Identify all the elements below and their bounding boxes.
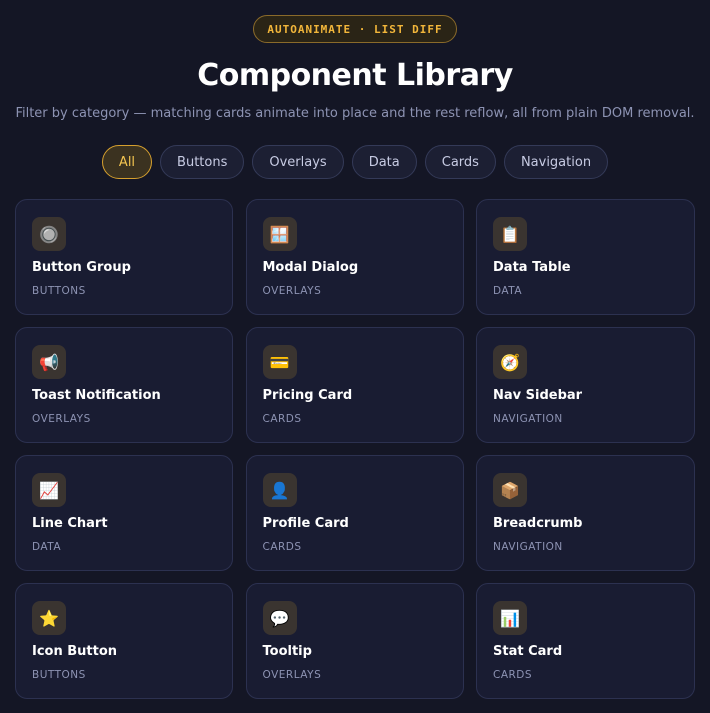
- component-card[interactable]: 📢 Toast Notification OVERLAYS: [15, 327, 233, 443]
- filter-chip-all[interactable]: All: [101, 145, 153, 179]
- window-icon: 🪟: [262, 217, 297, 251]
- component-card[interactable]: 💬 Tooltip OVERLAYS: [245, 583, 464, 699]
- card-category: OVERLAYS: [262, 285, 322, 297]
- card-category: CARDS: [493, 669, 533, 681]
- component-card[interactable]: 📦 Breadcrumb NAVIGATION: [476, 455, 695, 571]
- card-title: Pricing Card: [262, 388, 353, 403]
- filter-chip-cards[interactable]: Cards: [424, 145, 496, 179]
- radio-button-icon: 🔘: [32, 217, 66, 251]
- component-card[interactable]: 🧭 Nav Sidebar NAVIGATION: [476, 327, 695, 443]
- card-title: Profile Card: [262, 516, 349, 531]
- card-category: OVERLAYS: [32, 413, 91, 425]
- card-title: Toast Notification: [32, 388, 161, 403]
- filter-chip-buttons[interactable]: Buttons: [160, 145, 245, 179]
- compass-icon: 🧭: [493, 345, 527, 379]
- badge-wrapper: AUTOANIMATE · LIST DIFF: [0, 15, 710, 43]
- megaphone-icon: 📢: [32, 345, 66, 379]
- card-category: BUTTONS: [32, 669, 86, 681]
- bar-chart-icon: 📊: [493, 601, 527, 635]
- header-badge: AUTOANIMATE · LIST DIFF: [253, 15, 457, 43]
- card-title: Icon Button: [32, 644, 118, 659]
- component-card[interactable]: 💳 Pricing Card CARDS: [245, 327, 464, 443]
- card-category: DATA: [32, 541, 62, 553]
- card-category: BUTTONS: [32, 285, 86, 297]
- component-card[interactable]: 🔘 Button Group BUTTONS: [15, 199, 233, 315]
- card-category: NAVIGATION: [493, 541, 563, 553]
- component-grid: 🔘 Button Group BUTTONS 🪟 Modal Dialog OV…: [15, 199, 695, 699]
- card-title: Line Chart: [32, 516, 108, 531]
- page-subtitle: Filter by category — matching cards anim…: [15, 106, 695, 121]
- card-category: OVERLAYS: [262, 669, 322, 681]
- card-category: CARDS: [262, 413, 302, 425]
- component-card[interactable]: 📈 Line Chart DATA: [15, 455, 233, 571]
- card-title: Nav Sidebar: [493, 388, 583, 403]
- page-title: Component Library: [197, 58, 513, 93]
- component-card[interactable]: 📊 Stat Card CARDS: [476, 583, 695, 699]
- card-title: Modal Dialog: [262, 260, 359, 275]
- star-icon: ⭐: [32, 601, 66, 635]
- card-title: Button Group: [32, 260, 131, 275]
- clipboard-icon: 📋: [493, 217, 527, 251]
- chart-increasing-icon: 📈: [32, 473, 66, 507]
- credit-card-icon: 💳: [262, 345, 297, 379]
- filter-chip-navigation[interactable]: Navigation: [503, 145, 609, 179]
- card-category: NAVIGATION: [493, 413, 563, 425]
- filter-chip-overlays[interactable]: Overlays: [252, 145, 344, 179]
- user-silhouette-icon: 👤: [262, 473, 297, 507]
- component-card[interactable]: 🪟 Modal Dialog OVERLAYS: [245, 199, 464, 315]
- card-category: CARDS: [262, 541, 302, 553]
- component-card[interactable]: ⭐ Icon Button BUTTONS: [15, 583, 233, 699]
- card-title: Breadcrumb: [493, 516, 583, 531]
- speech-bubble-icon: 💬: [262, 601, 297, 635]
- filter-bar: All Buttons Overlays Data Cards Navigati…: [0, 145, 710, 179]
- card-title: Tooltip: [262, 644, 312, 659]
- filter-chip-data[interactable]: Data: [351, 145, 417, 179]
- card-title: Data Table: [493, 260, 571, 275]
- card-title: Stat Card: [493, 644, 563, 659]
- component-card[interactable]: 👤 Profile Card CARDS: [245, 455, 464, 571]
- card-category: DATA: [493, 285, 523, 297]
- component-card[interactable]: 📋 Data Table DATA: [476, 199, 695, 315]
- package-icon: 📦: [493, 473, 527, 507]
